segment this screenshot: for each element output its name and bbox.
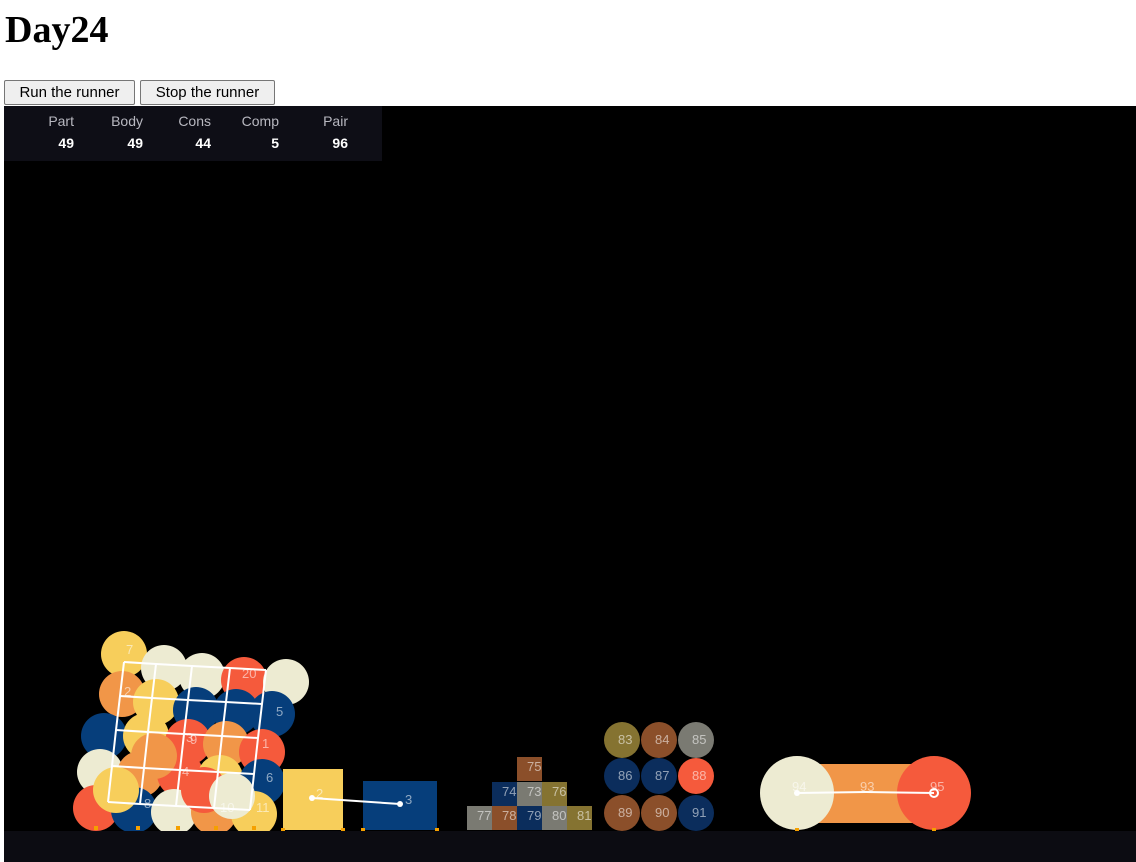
stop-runner-button[interactable]: Stop the runner [140,80,275,105]
body-number-label: 91 [692,805,706,820]
body-number-label: 95 [930,779,944,794]
body-number-label: 4 [182,764,189,779]
stat-value: 96 [332,135,348,151]
body-number-label: 87 [655,768,669,783]
body-number-label: 2 [316,786,323,801]
stat-value: 5 [271,135,279,151]
soft-body-particle [93,767,139,813]
page-title: Day24 [5,9,109,51]
body-number-label: 84 [655,732,669,747]
car-body-2: 94 93 95 [760,756,971,832]
body-number-label: 74 [502,784,516,799]
body-number-label: 94 [792,779,806,794]
body-anchor-marker [252,826,256,830]
body-number-label: 3 [405,792,412,807]
body-anchor-marker [176,826,180,830]
body-number-label: 76 [552,784,566,799]
constraint-point [397,801,403,807]
body-number-label: 5 [276,704,283,719]
constraint-point [309,795,315,801]
physics-canvas[interactable]: 7 2 20 1 4 3 6 8 10 11 5 9 23 75 74 73 76 77 78 79 80 81 83… [4,106,1136,862]
body-number-label: 78 [502,808,516,823]
car-constraint [796,791,867,794]
stat-label: Cons [178,113,211,129]
body-number-label: 86 [618,768,632,783]
body-number-label: 89 [618,805,632,820]
body-anchor-marker [136,826,140,830]
physics-world: 7 2 20 1 4 3 6 8 10 11 5 9 23 75 74 73 76 77 78 79 80 81 83… [73,631,971,837]
stat-body: Body 49 [73,113,143,151]
body-number-label: 2 [124,684,131,699]
body-number-label: 7 [126,642,133,657]
body-number-label: 8 [144,796,151,811]
body-number-label: 85 [692,732,706,747]
car-constraint [865,791,935,794]
stat-cons: Cons 44 [141,113,211,151]
box-pyramid: 75 74 73 76 77 78 79 80 81 [467,757,592,830]
car-body-1: 23 [281,769,439,832]
body-number-label: 80 [552,808,566,823]
body-number-label: 77 [477,808,491,823]
body-anchor-marker [214,826,218,830]
body-number-label: 75 [527,759,541,774]
soft-body-particle [131,733,177,779]
stat-label: Body [111,113,143,129]
stat-pair: Pair 96 [278,113,348,151]
stats-panel: Part 49 Body 49 Cons 44 Comp 5 Pair 96 [4,106,382,161]
body-anchor-marker [94,826,98,830]
body-number-label: 10 [220,800,234,815]
stat-label: Comp [241,113,279,129]
soft-body-cluster: 722014368 10 1159 [73,631,309,837]
stat-value: 44 [195,135,211,151]
circle-stack: 83 84 85 86 87 88 89 90 91 [604,722,714,831]
body-number-label: 79 [527,808,541,823]
stat-value: 49 [58,135,74,151]
run-runner-button[interactable]: Run the runner [4,80,135,105]
stat-comp: Comp 5 [209,113,279,151]
body-number-label: 11 [256,800,270,815]
body-number-label: 1 [262,736,269,751]
stat-value: 49 [127,135,143,151]
ground [4,831,1136,862]
body-number-label: 88 [692,768,706,783]
body-number-label: 9 [190,732,197,747]
body-number-label: 20 [242,666,256,681]
stat-label: Pair [323,113,348,129]
stat-part: Part 49 [4,113,74,151]
stat-label: Part [48,113,74,129]
body-number-label: 90 [655,805,669,820]
body-number-label: 83 [618,732,632,747]
body-number-label: 6 [266,770,273,785]
body-number-label: 73 [527,784,541,799]
body-number-label: 93 [860,779,874,794]
body-number-label: 81 [577,808,591,823]
